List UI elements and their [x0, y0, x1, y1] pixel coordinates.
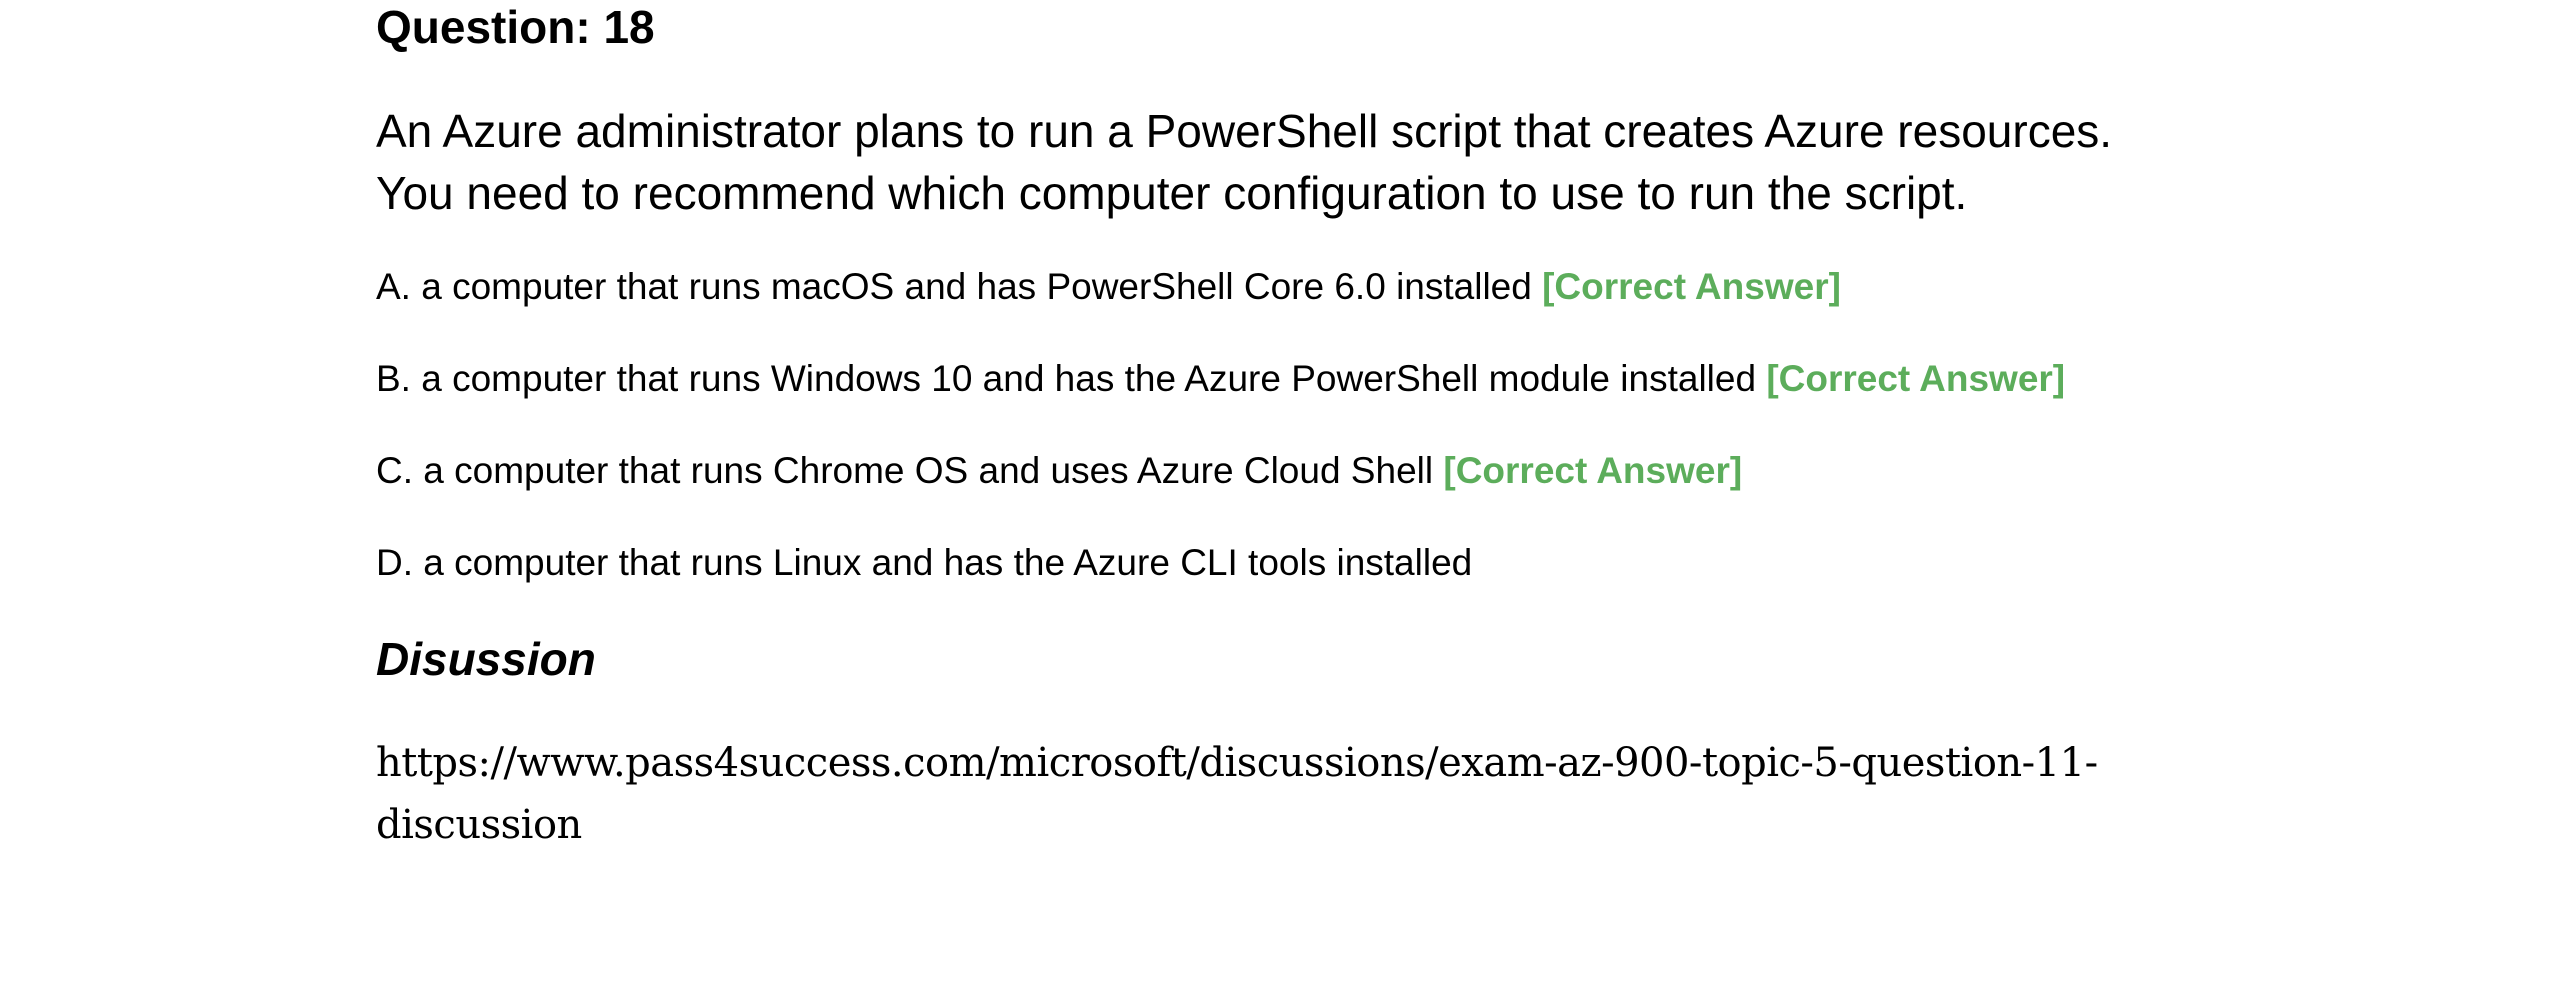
question-text-line-2: You need to recommend which computer con…	[376, 167, 1968, 219]
answer-option-c: C. a computer that runs Chrome OS and us…	[376, 449, 1742, 493]
discussion-link-line-1: https://www.pass4success.com/microsoft/d…	[376, 740, 2098, 786]
correct-answer-marker: [Correct Answer]	[1766, 358, 2066, 399]
discussion-link-line-2: discussion	[376, 802, 582, 848]
answer-option-c-text: C. a computer that runs Chrome OS and us…	[376, 450, 1434, 491]
question-text: An Azure administrator plans to run a Po…	[376, 100, 2112, 224]
correct-answer-marker: [Correct Answer]	[1542, 266, 1841, 307]
answer-option-b-text: B. a computer that runs Windows 10 and h…	[376, 358, 1757, 399]
answer-option-b: B. a computer that runs Windows 10 and h…	[376, 357, 2065, 401]
answer-option-d: D. a computer that runs Linux and has th…	[376, 541, 1472, 585]
answer-option-a-text: A. a computer that runs macOS and has Po…	[376, 266, 1532, 307]
answer-option-a: A. a computer that runs macOS and has Po…	[376, 265, 1841, 309]
question-title: Question: 18	[376, 1, 655, 53]
correct-answer-marker: [Correct Answer]	[1443, 450, 1743, 491]
question-text-line-1: An Azure administrator plans to run a Po…	[376, 105, 2113, 157]
discussion-heading: Disussion	[376, 633, 596, 685]
answer-option-d-text: D. a computer that runs Linux and has th…	[376, 542, 1473, 583]
discussion-link[interactable]: https://www.pass4success.com/microsoft/d…	[376, 732, 2196, 856]
